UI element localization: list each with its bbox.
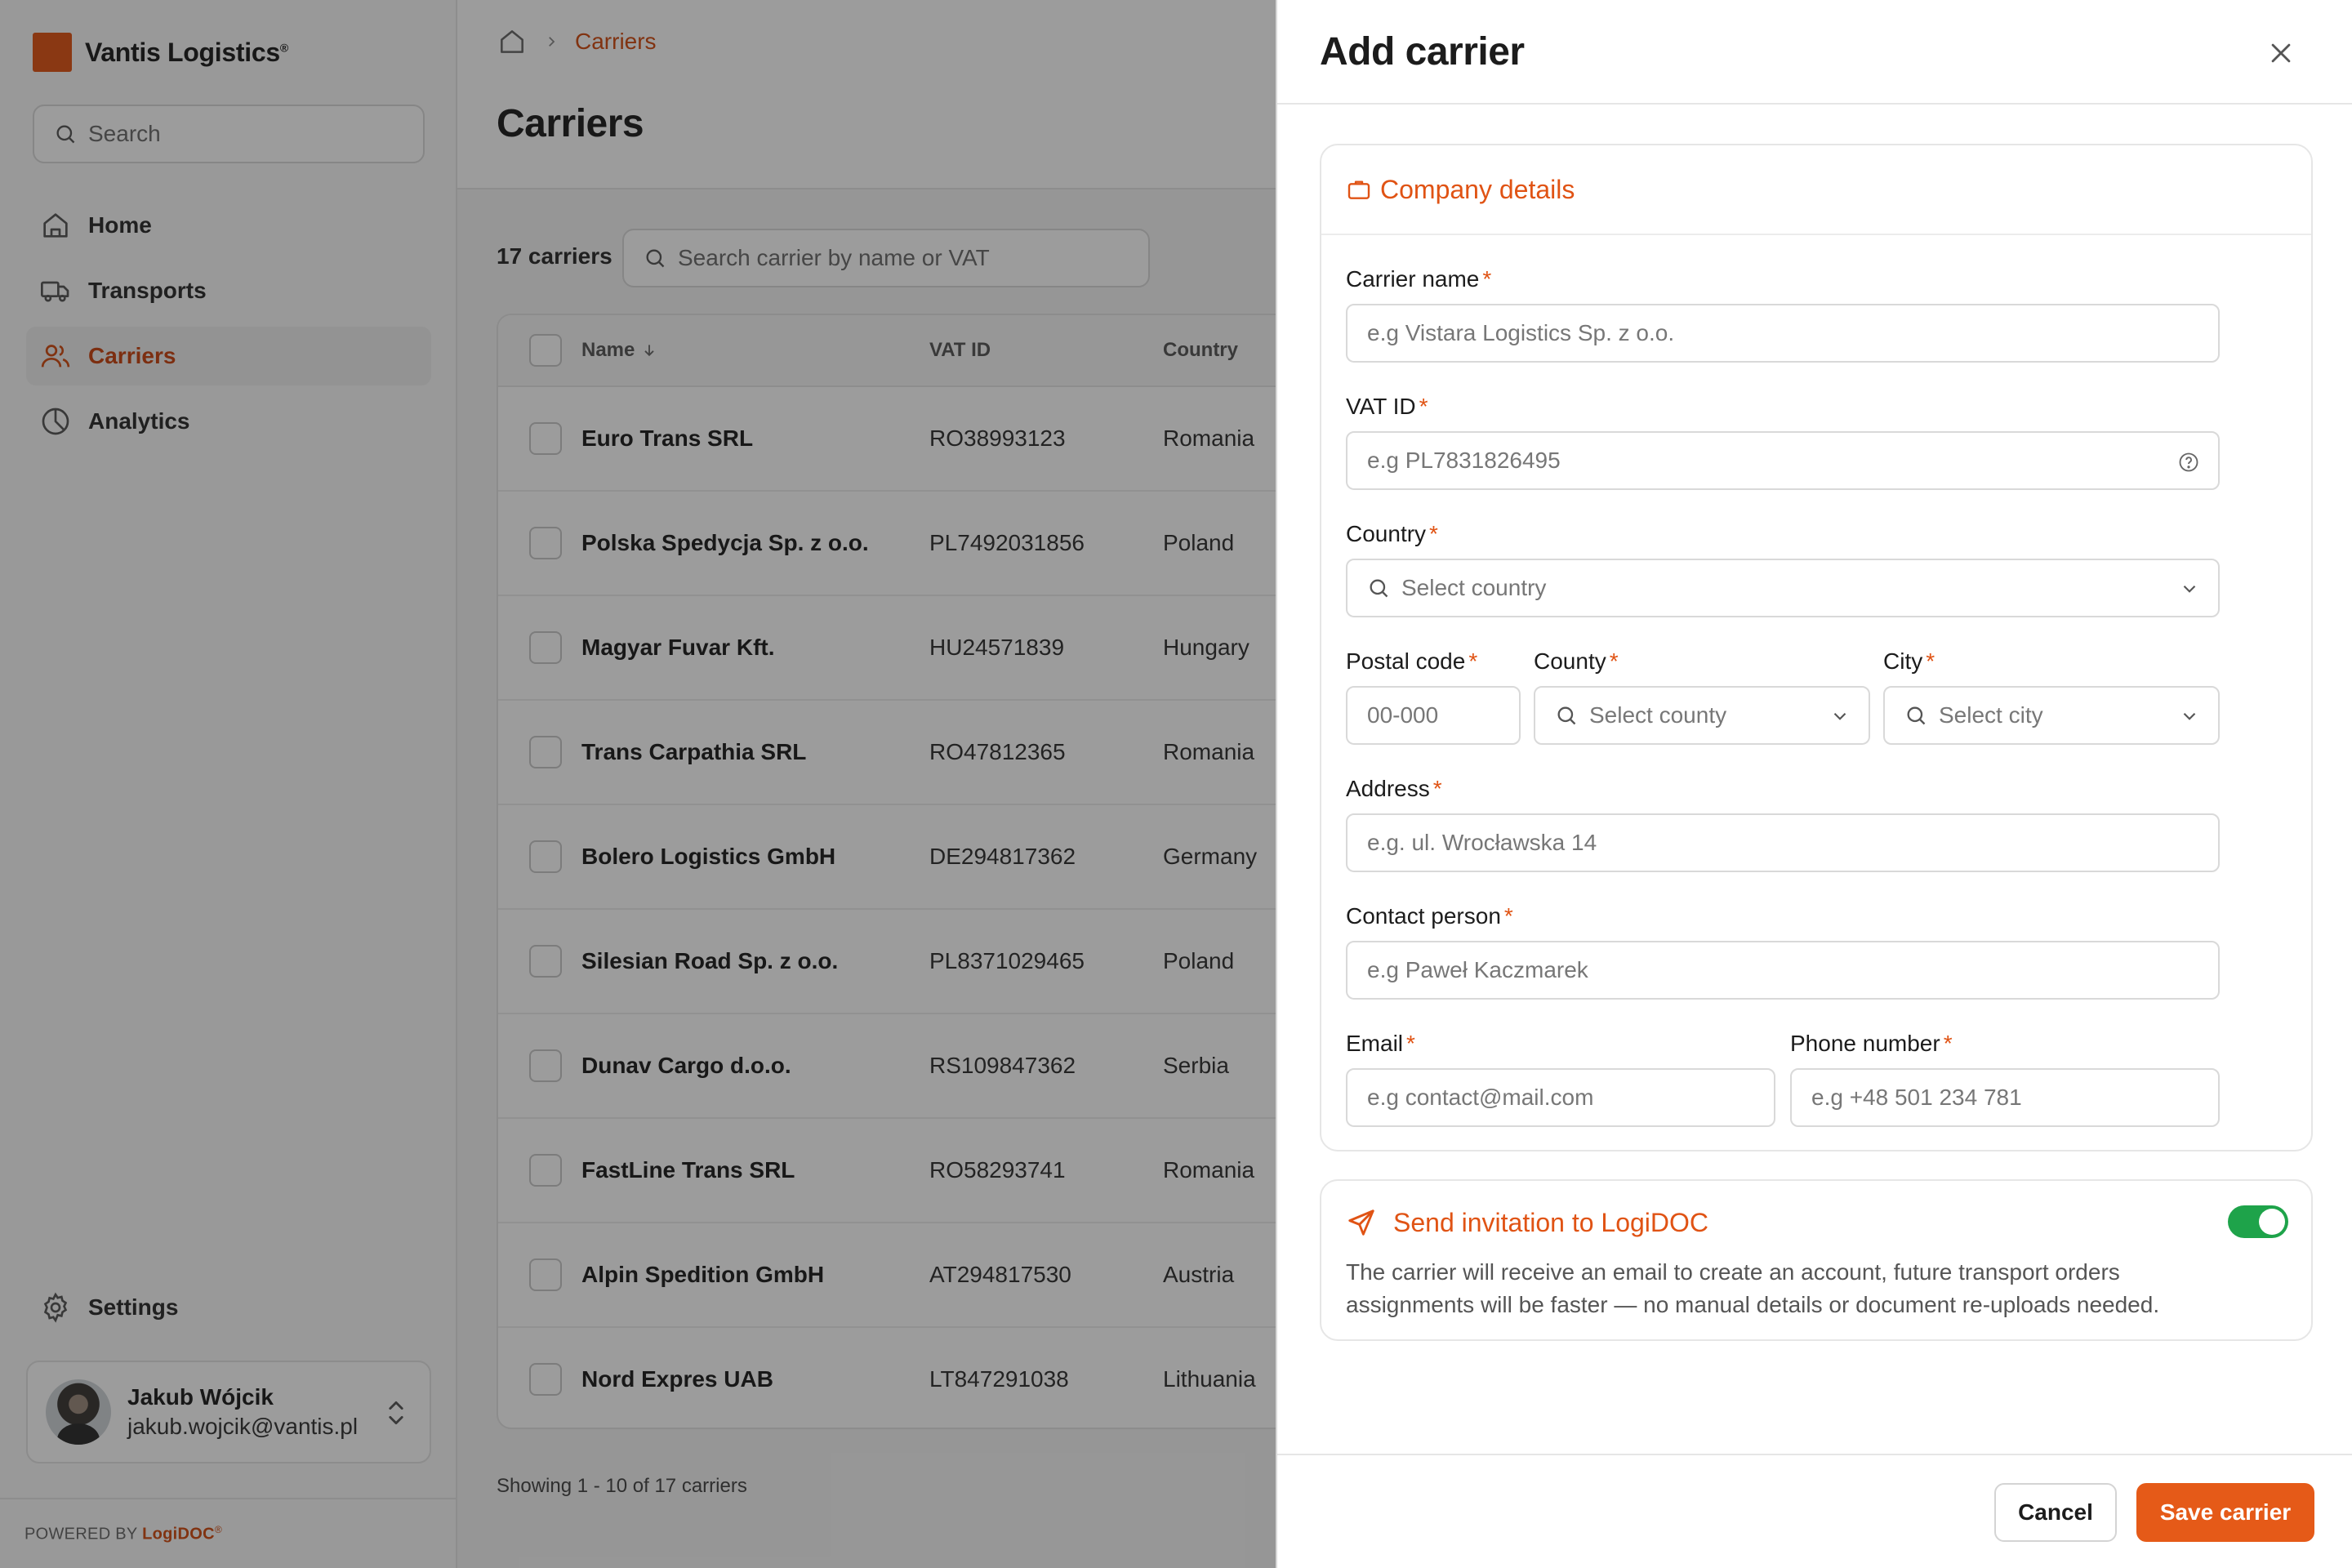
country-label: Country * bbox=[1346, 521, 1438, 546]
send-icon bbox=[1346, 1207, 1393, 1238]
help-icon[interactable] bbox=[2177, 451, 2200, 474]
address-input[interactable] bbox=[1367, 830, 2218, 856]
phone-field[interactable] bbox=[1790, 1068, 2220, 1127]
cancel-button[interactable]: Cancel bbox=[1994, 1483, 2117, 1542]
vat-id-field[interactable] bbox=[1346, 431, 2220, 490]
invite-card: Send invitation to LogiDOC The carrier w… bbox=[1320, 1179, 2313, 1341]
add-carrier-drawer: Add carrier Company details Carrier name… bbox=[1276, 0, 2352, 1568]
county-input[interactable] bbox=[1589, 702, 1869, 728]
carrier-name-label: Carrier name * bbox=[1346, 266, 1492, 292]
email-field[interactable] bbox=[1346, 1068, 1775, 1127]
city-input[interactable] bbox=[1939, 702, 2218, 728]
vat-id-input[interactable] bbox=[1367, 448, 2218, 474]
chevron-down-icon[interactable] bbox=[2179, 578, 2200, 599]
phone-label: Phone number * bbox=[1790, 1031, 1953, 1056]
carrier-name-field[interactable] bbox=[1346, 304, 2220, 363]
chevron-down-icon[interactable] bbox=[1829, 706, 1851, 727]
postal-code-label: Postal code * bbox=[1346, 648, 1478, 674]
county-select[interactable] bbox=[1534, 686, 1870, 745]
search-icon bbox=[1555, 704, 1578, 727]
address-field[interactable] bbox=[1346, 813, 2220, 872]
invite-title: Send invitation to LogiDOC bbox=[1346, 1207, 1708, 1238]
city-label: City * bbox=[1883, 648, 1936, 674]
drawer-header: Add carrier bbox=[1277, 0, 2352, 105]
vat-id-label: VAT ID * bbox=[1346, 394, 1428, 419]
carrier-name-input[interactable] bbox=[1367, 320, 2218, 346]
contact-person-input[interactable] bbox=[1367, 957, 2218, 983]
email-label: Email * bbox=[1346, 1031, 1415, 1056]
country-input[interactable] bbox=[1401, 575, 2218, 601]
briefcase-icon bbox=[1346, 176, 1380, 203]
postal-code-field[interactable] bbox=[1346, 686, 1521, 745]
address-label: Address * bbox=[1346, 776, 1442, 801]
modal-overlay[interactable] bbox=[0, 0, 1276, 1568]
drawer-title: Add carrier bbox=[1320, 30, 1525, 74]
invite-description: The carrier will receive an email to cre… bbox=[1346, 1259, 2160, 1317]
drawer-footer: Cancel Save carrier bbox=[1277, 1454, 2352, 1568]
contact-person-field[interactable] bbox=[1346, 941, 2220, 1000]
country-select[interactable] bbox=[1346, 559, 2220, 617]
phone-input[interactable] bbox=[1811, 1085, 2218, 1111]
county-label: County * bbox=[1534, 648, 1619, 674]
close-icon[interactable] bbox=[2267, 39, 2295, 67]
save-carrier-button[interactable]: Save carrier bbox=[2136, 1483, 2314, 1542]
invite-toggle[interactable] bbox=[2228, 1205, 2288, 1238]
search-icon bbox=[1367, 577, 1390, 599]
chevron-down-icon[interactable] bbox=[2179, 706, 2200, 727]
section-header: Company details bbox=[1321, 145, 2311, 235]
postal-code-input[interactable] bbox=[1367, 702, 1519, 728]
contact-person-label: Contact person * bbox=[1346, 903, 1513, 929]
city-select[interactable] bbox=[1883, 686, 2220, 745]
company-details-card: Company details Carrier name* VAT ID* Co… bbox=[1320, 144, 2313, 1152]
search-icon bbox=[1904, 704, 1927, 727]
email-input[interactable] bbox=[1367, 1085, 1774, 1111]
section-title: Company details bbox=[1380, 174, 1575, 204]
